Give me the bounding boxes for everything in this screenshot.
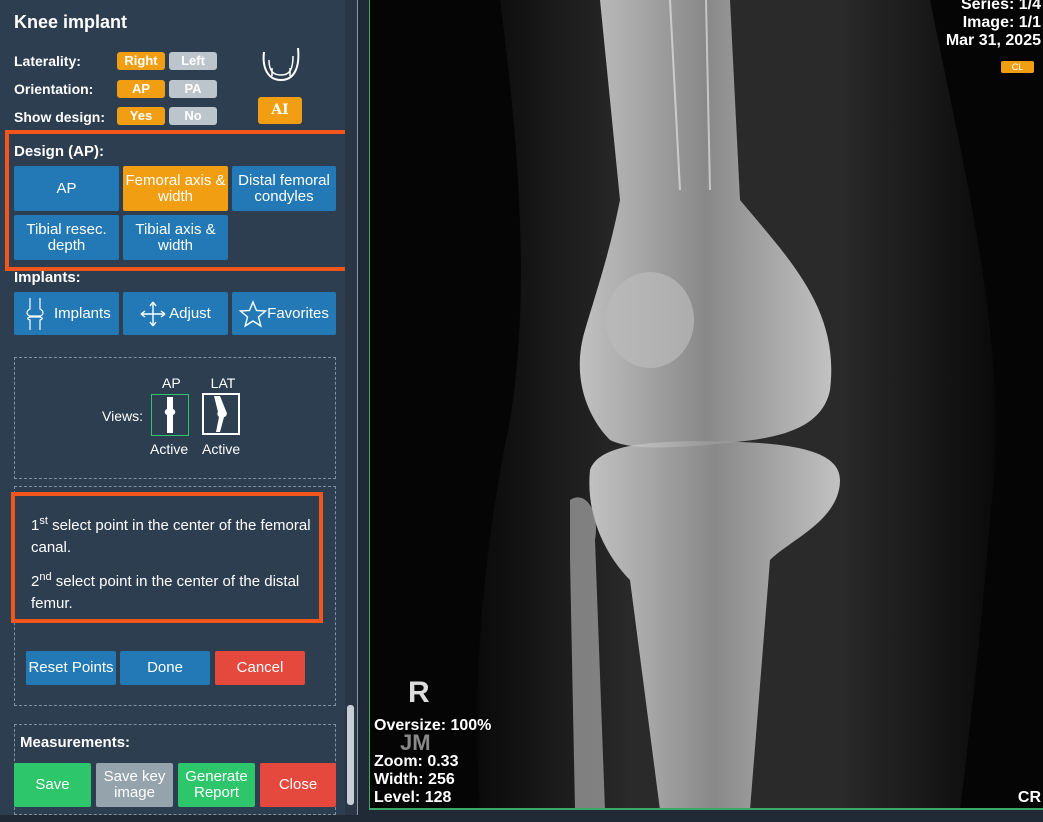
design-heading: Design (AP):: [14, 143, 104, 160]
laterality-marker: R: [408, 676, 430, 709]
modality-readout: CR: [1017, 789, 1041, 806]
knee-implant-icon: [262, 47, 300, 82]
orientation-ap-toggle[interactable]: AP: [117, 80, 165, 98]
xray-viewer[interactable]: Series: 1/4 Image: 1/1 Mar 31, 2025 CL R…: [369, 0, 1043, 810]
implants-button-label: Implants: [54, 304, 111, 322]
femoral-axis-width-button[interactable]: Femoral axis & width: [123, 166, 228, 211]
instruction-step-2: 2nd select point in the center of the di…: [31, 566, 311, 615]
cancel-button[interactable]: Cancel: [215, 651, 305, 685]
show-design-no-toggle[interactable]: No: [169, 107, 217, 125]
measurements-heading: Measurements:: [20, 734, 131, 751]
lat-view-toggle[interactable]: [202, 393, 240, 435]
tibial-resection-depth-button[interactable]: Tibial resec. depth: [14, 215, 119, 260]
knee-xray-image: [370, 0, 1043, 808]
width-readout: Width: 256: [374, 771, 455, 788]
step2-suffix: nd: [39, 571, 52, 583]
step1-text: select point in the center of the femora…: [31, 517, 311, 556]
series-info: Series: 1/4: [960, 0, 1041, 13]
zoom-readout: Zoom: 0.33: [374, 753, 459, 770]
adjust-button-label: Adjust: [169, 304, 211, 322]
instruction-step-1: 1st select point in the center of the fe…: [31, 510, 311, 559]
star-icon: [239, 299, 268, 328]
favorites-button[interactable]: Favorites: [232, 292, 336, 335]
adjust-button[interactable]: Adjust: [123, 292, 228, 335]
study-date: Mar 31, 2025: [945, 32, 1041, 49]
scrollbar-thumb[interactable]: [347, 705, 354, 805]
lat-leg-icon: [214, 396, 227, 432]
ai-button[interactable]: AI: [258, 97, 302, 124]
implants-heading: Implants:: [14, 269, 81, 286]
laterality-label: Laterality:: [14, 53, 81, 69]
step2-text: select point in the center of the distal…: [31, 573, 300, 612]
cl-badge[interactable]: CL: [1001, 61, 1034, 73]
level-readout: Level: 128: [374, 789, 452, 806]
move-arrows-icon: [140, 301, 166, 326]
save-key-image-button[interactable]: Save key image: [96, 763, 173, 807]
orientation-pa-toggle[interactable]: PA: [169, 80, 217, 98]
generate-report-button[interactable]: Generate Report: [178, 763, 255, 807]
close-button[interactable]: Close: [260, 763, 336, 807]
favorites-button-label: Favorites: [267, 304, 329, 322]
done-button[interactable]: Done: [120, 651, 210, 685]
tibial-axis-width-button[interactable]: Tibial axis & width: [123, 215, 228, 260]
show-design-yes-toggle[interactable]: Yes: [117, 107, 165, 125]
panel-scrollbar[interactable]: [345, 0, 357, 815]
lat-view-status: Active: [202, 441, 241, 457]
image-info: Image: 1/1: [962, 14, 1041, 31]
knee-joint-icon: [26, 297, 44, 330]
step1-suffix: st: [39, 515, 48, 527]
ap-view-label: AP: [162, 375, 181, 391]
distal-femoral-condyles-button[interactable]: Distal femoral condyles: [232, 166, 336, 211]
knee-implant-panel: Knee implant Laterality: Right Left Orie…: [0, 0, 358, 815]
show-design-label: Show design:: [14, 109, 105, 125]
laterality-left-toggle[interactable]: Left: [169, 52, 217, 70]
ap-leg-icon: [164, 397, 176, 433]
design-ap-button[interactable]: AP: [14, 166, 119, 211]
panel-title: Knee implant: [14, 12, 128, 32]
oversize-readout: Oversize: 100%: [374, 717, 492, 734]
save-button[interactable]: Save: [14, 763, 91, 807]
implants-button[interactable]: Implants: [14, 292, 119, 335]
ap-view-toggle[interactable]: [151, 394, 189, 436]
lat-view-label: LAT: [210, 375, 236, 391]
orientation-label: Orientation:: [14, 81, 94, 97]
views-label: Views:: [102, 408, 143, 424]
ap-view-status: Active: [150, 441, 189, 457]
laterality-right-toggle[interactable]: Right: [117, 52, 165, 70]
reset-points-button[interactable]: Reset Points: [26, 651, 116, 685]
